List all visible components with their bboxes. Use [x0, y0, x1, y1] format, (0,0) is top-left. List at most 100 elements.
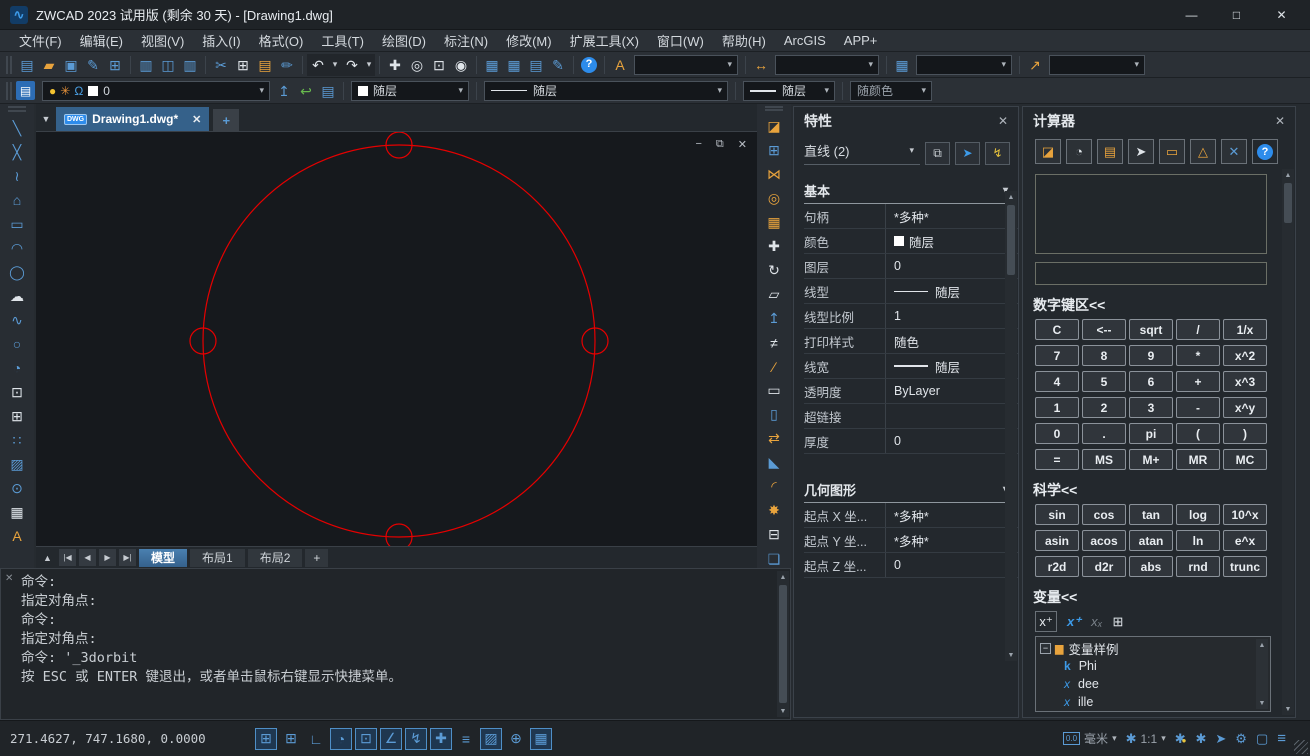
copy-icon[interactable]: ⊞: [762, 139, 786, 163]
make-object-layer-current-icon[interactable]: ↥: [273, 80, 295, 102]
calculator-key[interactable]: x^y: [1223, 397, 1267, 418]
nested-copy-icon[interactable]: ⊟: [762, 523, 786, 547]
trim-icon[interactable]: ≠: [762, 331, 786, 355]
unit-select[interactable]: 0.0 毫米 ▾: [1063, 730, 1117, 747]
calculator-key[interactable]: x^3: [1223, 371, 1267, 392]
calculator-key[interactable]: pi: [1129, 423, 1173, 444]
calculator-key[interactable]: acos: [1082, 530, 1126, 551]
scroll-down-icon[interactable]: ▼: [780, 705, 787, 717]
properties-close-icon[interactable]: ✕: [998, 114, 1008, 128]
select-objects-button[interactable]: ➤: [955, 142, 980, 165]
toggle-pickadd-button[interactable]: ↯: [985, 142, 1010, 165]
variable-row[interactable]: x ille: [1040, 693, 1270, 711]
snap-icon[interactable]: ⊞: [280, 728, 302, 750]
menu-item[interactable]: 编辑(E): [71, 30, 132, 52]
menu-item[interactable]: 视图(V): [132, 30, 193, 52]
resize-grip[interactable]: [1294, 740, 1308, 754]
scroll-up-icon[interactable]: ▲: [1008, 191, 1015, 203]
ortho-icon[interactable]: ∟: [305, 728, 327, 750]
next-tab-button[interactable]: ▶: [99, 549, 116, 566]
property-row-plot-style[interactable]: 打印样式 随色: [804, 329, 1018, 354]
publish-icon[interactable]: ▥: [179, 54, 201, 76]
scroll-up-icon[interactable]: ▲: [1259, 639, 1266, 651]
tab-close-icon[interactable]: ✕: [192, 113, 201, 126]
array-icon[interactable]: ▦: [762, 211, 786, 235]
zoom-previous-icon[interactable]: ◉: [450, 54, 472, 76]
calculator-key[interactable]: -: [1176, 397, 1220, 418]
pan-icon[interactable]: ✚: [384, 54, 406, 76]
draw-order-icon[interactable]: ❏: [762, 551, 786, 568]
property-row-thickness[interactable]: 厚度 0: [804, 429, 1018, 454]
calculator-key[interactable]: MR: [1176, 449, 1220, 470]
calculator-key[interactable]: /: [1176, 319, 1220, 340]
command-close-icon[interactable]: ✕: [5, 573, 13, 584]
layer-select[interactable]: ● ✳ Ω 0 ▾: [42, 81, 270, 101]
calculator-key[interactable]: 1: [1035, 397, 1079, 418]
save-as-icon[interactable]: ✎: [82, 54, 104, 76]
property-row-transparency[interactable]: 透明度 ByLayer: [804, 379, 1018, 404]
calculator-key[interactable]: cos: [1082, 504, 1126, 525]
annotation-visibility-icon[interactable]: ✱●: [1175, 731, 1187, 747]
calculator-key[interactable]: M+: [1129, 449, 1173, 470]
property-value[interactable]: ByLayer: [886, 379, 1018, 403]
property-value[interactable]: *多种*: [886, 204, 1018, 228]
property-value[interactable]: 1: [886, 304, 1018, 328]
distance-between-points-icon[interactable]: ▭: [1159, 139, 1185, 164]
property-value[interactable]: *多种*: [886, 503, 1018, 527]
dim-style-icon[interactable]: ↔: [750, 54, 772, 76]
help-icon[interactable]: ?: [581, 57, 597, 73]
property-value[interactable]: 随层: [886, 229, 1018, 253]
calculator-scrollbar[interactable]: ▲ ▼: [1282, 169, 1294, 715]
calculator-key[interactable]: rnd: [1176, 556, 1220, 577]
value-to-input-button[interactable]: ⊞: [1113, 614, 1124, 630]
property-row-handle[interactable]: 句柄 *多种*: [804, 204, 1018, 229]
undo-icon[interactable]: ↶: [307, 54, 329, 76]
zoom-window-icon[interactable]: ⊡: [428, 54, 450, 76]
add-layout-button[interactable]: +: [305, 549, 328, 567]
break-at-point-icon[interactable]: ▭: [762, 379, 786, 403]
property-row-color[interactable]: 颜色 随层: [804, 229, 1018, 254]
scale-icon[interactable]: ▱: [762, 283, 786, 307]
insert-block-icon[interactable]: ⊡: [5, 380, 29, 404]
menu-item[interactable]: APP+: [835, 30, 887, 52]
prev-tab-button[interactable]: ◀: [79, 549, 96, 566]
grid-icon[interactable]: ⊞: [255, 728, 277, 750]
break-icon[interactable]: ▯: [762, 403, 786, 427]
menu-item[interactable]: 帮助(H): [713, 30, 775, 52]
property-row-layer[interactable]: 图层 0: [804, 254, 1018, 279]
menu-item[interactable]: 工具(T): [312, 30, 373, 52]
circle-icon[interactable]: ◯: [5, 260, 29, 284]
tab-model[interactable]: 模型: [139, 549, 187, 567]
document-tab[interactable]: DWG Drawing1.dwg* ✕: [56, 107, 209, 131]
document-list-dropdown-icon[interactable]: ▼: [36, 107, 56, 131]
redo-dropdown-icon[interactable]: ▾: [363, 54, 375, 76]
menu-item[interactable]: 文件(F): [10, 30, 71, 52]
rectangle-icon[interactable]: ▭: [5, 212, 29, 236]
clear-icon[interactable]: ◪: [1035, 139, 1061, 164]
save-icon[interactable]: ▣: [60, 54, 82, 76]
mirror-icon[interactable]: ⋈: [762, 163, 786, 187]
properties-header[interactable]: 特性 ✕: [794, 107, 1018, 135]
variable-row[interactable]: k Phi: [1040, 657, 1270, 675]
transparency-icon[interactable]: ▨: [480, 728, 502, 750]
mleader-style-icon[interactable]: ↗: [1024, 54, 1046, 76]
markup-icon[interactable]: ✎: [547, 54, 569, 76]
auto-annotation-icon[interactable]: ✱: [1195, 731, 1206, 747]
calculator-key[interactable]: e^x: [1223, 530, 1267, 551]
lineweight-select[interactable]: 随层▾: [743, 81, 835, 101]
numpad-section-label[interactable]: 数字键区<<: [1033, 295, 1295, 315]
plot-preview-icon[interactable]: ◫: [157, 54, 179, 76]
properties-scrollbar[interactable]: ▲ ▼: [1005, 191, 1017, 661]
property-row-lineweight[interactable]: 线宽 随层: [804, 354, 1018, 379]
hatch-icon[interactable]: ▨: [5, 452, 29, 476]
spline-icon[interactable]: ∿: [5, 308, 29, 332]
redo-icon[interactable]: ↷: [341, 54, 363, 76]
object-type-select[interactable]: 直线 (2)▾: [804, 141, 920, 165]
mleader-style-select[interactable]: ▾: [1049, 55, 1145, 75]
stretch-icon[interactable]: ↥: [762, 307, 786, 331]
save-all-icon[interactable]: ⊞: [104, 54, 126, 76]
construction-line-icon[interactable]: ╳: [5, 140, 29, 164]
calculator-key[interactable]: ): [1223, 423, 1267, 444]
dynamic-input-icon[interactable]: ↯: [405, 728, 427, 750]
menu-item[interactable]: 修改(M): [497, 30, 561, 52]
